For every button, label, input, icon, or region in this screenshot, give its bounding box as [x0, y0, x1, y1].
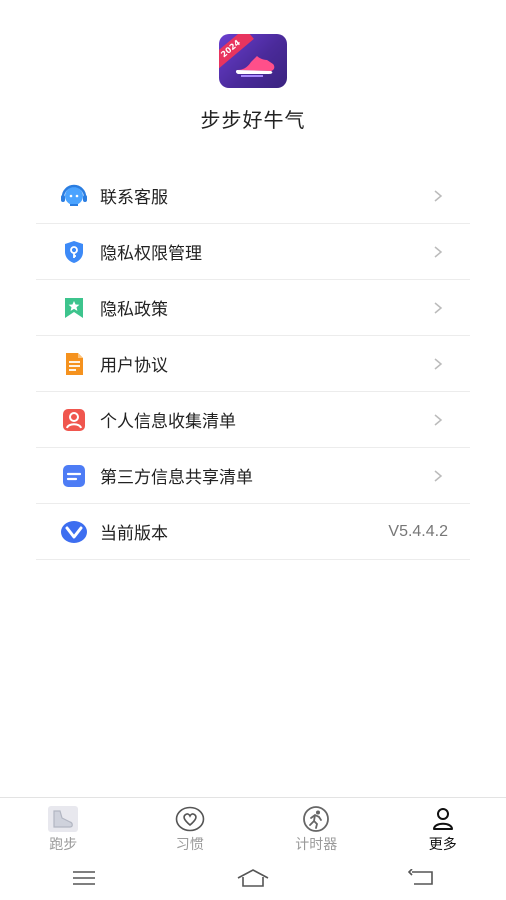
home-button[interactable]: [233, 863, 273, 893]
menu-item-privacy-policy[interactable]: 隐私政策: [36, 280, 470, 336]
menu-label: 隐私权限管理: [100, 244, 202, 264]
back-icon: [407, 868, 433, 885]
tab-label: 更多: [428, 837, 457, 853]
menu-lines-icon: [73, 870, 96, 885]
tab-habits[interactable]: 习惯: [127, 798, 254, 855]
back-button[interactable]: [402, 863, 442, 893]
app-logo: 2024: [219, 34, 287, 88]
bookmark-star-icon: [60, 294, 88, 322]
chevron-right-icon: [434, 469, 443, 482]
menu-item-customer-service[interactable]: 联系客服: [36, 168, 470, 224]
document-icon: [60, 350, 88, 378]
chevron-right-icon: [434, 301, 443, 314]
menu-button[interactable]: [64, 863, 104, 893]
home-icon: [237, 868, 269, 887]
chevron-right-icon: [434, 413, 443, 426]
menu-label: 用户协议: [100, 356, 168, 376]
runner-icon: [301, 806, 331, 832]
menu-item-privacy-permissions[interactable]: 隐私权限管理: [36, 224, 470, 280]
tab-timer[interactable]: 计时器: [253, 798, 380, 855]
app-header: 2024 步步好牛气: [0, 0, 506, 160]
customer-service-icon: [60, 182, 88, 210]
menu-label: 当前版本: [100, 524, 168, 544]
menu-label: 第三方信息共享清单: [100, 468, 253, 488]
menu-item-personal-info-list[interactable]: 个人信息收集清单: [36, 392, 470, 448]
profile-icon: [428, 806, 458, 832]
person-card-icon: [60, 406, 88, 434]
shoe-logo-icon: [235, 56, 275, 77]
tab-running[interactable]: 跑步: [0, 798, 127, 855]
settings-menu: 联系客服 隐私权限管理 隐私政策 用户协议 个人信息收集清单 第三方信息共享清单…: [36, 168, 470, 560]
app-name: 步步好牛气: [200, 108, 306, 132]
menu-item-current-version: 当前版本 V5.4.4.2: [36, 504, 470, 560]
menu-label: 联系客服: [100, 188, 168, 208]
tab-label: 习惯: [175, 837, 204, 853]
menu-label: 隐私政策: [100, 300, 168, 320]
menu-item-user-agreement[interactable]: 用户协议: [36, 336, 470, 392]
version-icon: [60, 518, 88, 546]
tab-label: 计时器: [295, 837, 338, 853]
privacy-shield-icon: [60, 238, 88, 266]
menu-label: 个人信息收集清单: [100, 412, 236, 432]
bottom-tab-bar: 跑步 习惯 计时器 更多: [0, 797, 506, 855]
chevron-right-icon: [434, 357, 443, 370]
chevron-right-icon: [434, 245, 443, 258]
shoe-icon: [48, 806, 79, 832]
version-value: V5.4.4.2: [388, 522, 448, 540]
list-card-icon: [60, 462, 88, 490]
chevron-right-icon: [434, 189, 443, 202]
heart-icon: [175, 806, 205, 832]
menu-item-third-party-sharing[interactable]: 第三方信息共享清单: [36, 448, 470, 504]
system-navigation-bar: [0, 855, 506, 900]
tab-more[interactable]: 更多: [380, 798, 506, 855]
tab-label: 跑步: [49, 837, 78, 853]
